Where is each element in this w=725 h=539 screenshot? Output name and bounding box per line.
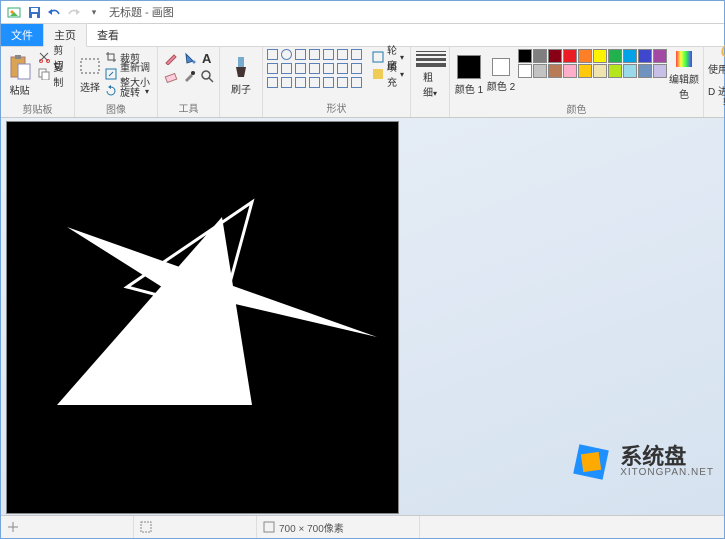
rotate-button[interactable]: 旋转▾: [103, 83, 153, 99]
outline-icon: [372, 51, 384, 63]
edit3d-icon: [717, 41, 725, 63]
palette-swatch[interactable]: [638, 49, 652, 63]
pencil-icon[interactable]: [162, 49, 179, 66]
canvas-area[interactable]: 系统盘XITONGPAN.NET: [1, 118, 724, 515]
group-edit3d: 使用画图 3D 进行编辑 ! 产品提醒: [704, 47, 725, 117]
select-icon: [79, 57, 101, 77]
group-brush: 刷子: [220, 47, 263, 117]
ribbon: 粘贴 剪切 复制 剪贴板 选择 裁剪 重新调整大小 旋转▾: [1, 47, 724, 118]
watermark: 系统盘XITONGPAN.NET: [568, 439, 714, 485]
palette-swatch[interactable]: [548, 64, 562, 78]
tab-file[interactable]: 文件: [1, 24, 43, 46]
thickness-icon: [416, 51, 446, 67]
palette-swatch[interactable]: [518, 49, 532, 63]
palette-swatch[interactable]: [563, 49, 577, 63]
edit3d-button[interactable]: 使用画图 3D 进行编辑: [708, 49, 725, 101]
selection-size-icon: [140, 521, 152, 533]
palette-swatch[interactable]: [563, 64, 577, 78]
cut-icon: [38, 51, 50, 63]
color1-button[interactable]: 颜色 1: [454, 49, 484, 101]
group-clipboard-label: 剪贴板: [5, 101, 70, 117]
group-shapes: 轮廓▾ 填充▾ 形状: [263, 47, 411, 117]
resize-button[interactable]: 重新调整大小: [103, 66, 153, 82]
save-icon[interactable]: [25, 3, 43, 21]
titlebar: ▾ 无标题 - 画图: [1, 1, 724, 24]
palette-swatch[interactable]: [593, 49, 607, 63]
palette-swatch[interactable]: [578, 49, 592, 63]
fill-icon[interactable]: [180, 49, 197, 66]
group-colors: 颜色 1 颜色 2 编辑颜色 颜色: [450, 47, 704, 117]
palette-swatch[interactable]: [533, 49, 547, 63]
canvas[interactable]: [7, 122, 398, 513]
edit-colors-button[interactable]: 编辑颜色: [669, 49, 699, 101]
text-icon[interactable]: A: [198, 49, 215, 66]
picker-icon[interactable]: [180, 67, 197, 84]
palette-swatch[interactable]: [608, 64, 622, 78]
paste-icon: [9, 54, 31, 80]
window-title: 无标题 - 画图: [109, 4, 174, 20]
group-colors-label: 颜色: [454, 101, 699, 117]
svg-text:A: A: [202, 51, 212, 65]
palette-swatch[interactable]: [593, 64, 607, 78]
rotate-icon: [105, 85, 117, 97]
group-image-label: 图像: [79, 101, 153, 117]
copy-button[interactable]: 复制: [36, 66, 70, 82]
eraser-icon[interactable]: [162, 67, 179, 84]
group-thickness: 粗细▾: [411, 47, 450, 117]
color2-swatch: [492, 58, 510, 76]
palette-swatch[interactable]: [623, 49, 637, 63]
palette-swatch[interactable]: [578, 64, 592, 78]
crop-icon: [105, 51, 117, 63]
edit-colors-icon: [674, 49, 694, 69]
zoom-icon[interactable]: [198, 67, 215, 84]
redo-icon[interactable]: [65, 3, 83, 21]
group-shapes-label: 形状: [267, 100, 406, 116]
palette-swatch[interactable]: [653, 49, 667, 63]
brush-label: 刷子: [231, 81, 251, 96]
palette-swatch[interactable]: [608, 49, 622, 63]
group-tools-label: 工具: [162, 100, 215, 116]
app-icon: [5, 3, 23, 21]
status-dims: 700 × 700像素: [257, 516, 420, 538]
paste-label: 粘贴: [10, 82, 30, 97]
watermark-icon: [568, 439, 614, 485]
group-tools: A 工具: [158, 47, 220, 117]
palette-swatch[interactable]: [638, 64, 652, 78]
select-label: 选择: [80, 79, 100, 94]
statusbar: 700 × 700像素: [1, 515, 724, 538]
brush-icon: [231, 55, 251, 79]
select-button[interactable]: 选择: [79, 49, 101, 101]
brush-button[interactable]: 刷子: [224, 49, 258, 101]
palette-swatch[interactable]: [533, 64, 547, 78]
fill-button[interactable]: 填充▾: [370, 66, 406, 82]
cursor-pos-icon: [7, 521, 19, 533]
thickness-button[interactable]: 粗细▾: [415, 49, 445, 101]
color-palette[interactable]: [518, 49, 667, 78]
status-pos: [1, 516, 134, 538]
tab-view[interactable]: 查看: [87, 24, 129, 46]
copy-icon: [38, 68, 50, 80]
palette-swatch[interactable]: [548, 49, 562, 63]
qat-more-icon[interactable]: ▾: [85, 3, 103, 21]
fillshape-icon: [372, 68, 384, 80]
shapes-gallery[interactable]: [267, 49, 364, 90]
resize-icon: [105, 68, 117, 80]
color2-button[interactable]: 颜色 2: [486, 49, 516, 101]
undo-icon[interactable]: [45, 3, 63, 21]
canvas-size-icon: [263, 521, 275, 533]
palette-swatch[interactable]: [653, 64, 667, 78]
menubar: 文件 主页 查看: [1, 24, 724, 47]
status-sel: [134, 516, 257, 538]
group-clipboard: 粘贴 剪切 复制 剪贴板: [1, 47, 75, 117]
paste-button[interactable]: 粘贴: [5, 49, 34, 101]
color1-swatch: [457, 55, 481, 79]
group-image: 选择 裁剪 重新调整大小 旋转▾ 图像: [75, 47, 158, 117]
palette-swatch[interactable]: [518, 64, 532, 78]
palette-swatch[interactable]: [623, 64, 637, 78]
